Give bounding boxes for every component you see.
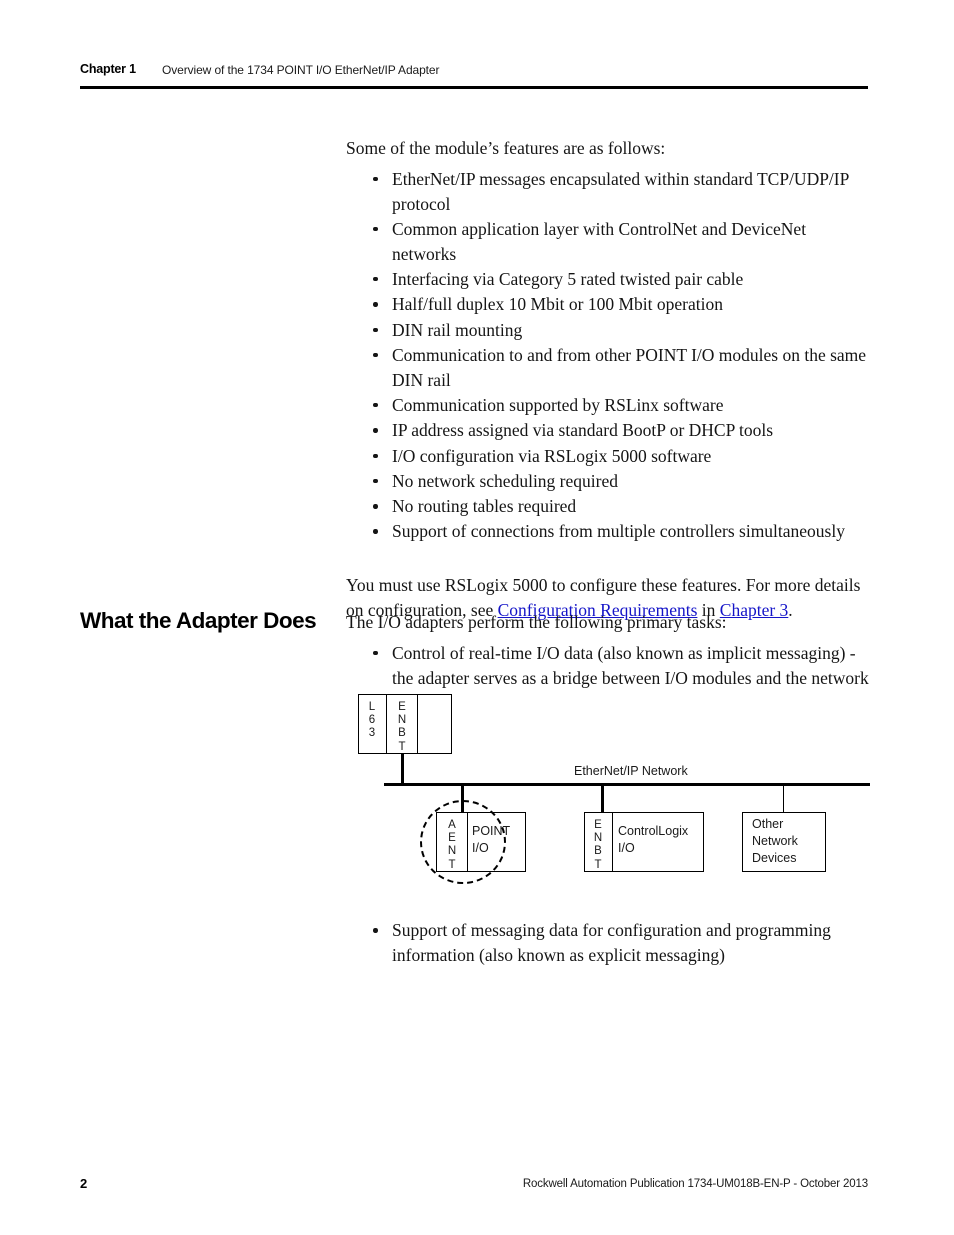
bullet-dot — [373, 276, 378, 282]
bullet-dot — [373, 504, 378, 509]
list-item: Common application layer with ControlNet… — [346, 217, 870, 267]
bullet-dot — [373, 226, 378, 232]
list-item-text: Control of real-time I/O data (also know… — [392, 642, 869, 688]
bullet-dot — [373, 928, 378, 933]
header-chapter-title: Overview of the 1734 POINT I/O EtherNet/… — [162, 62, 440, 77]
section-lead: The I/O adapters perform the following p… — [346, 612, 727, 632]
section-block: The I/O adapters perform the following p… — [346, 610, 870, 691]
list-item: No network scheduling required — [346, 469, 870, 494]
bullet-dot — [373, 453, 378, 459]
bullet-dot — [373, 352, 378, 358]
list-item-text: Communication to and from other POINT I/… — [392, 344, 867, 390]
list-item: I/O configuration via RSLogix 5000 softw… — [346, 444, 870, 469]
bullet-dot — [373, 650, 378, 656]
diagram-aent-highlight-ellipse — [420, 800, 506, 884]
section-heading-what-the-adapter-does: What the Adapter Does — [80, 608, 317, 633]
list-item: Control of real-time I/O data (also know… — [346, 641, 870, 691]
list-item: Communication to and from other POINT I/… — [346, 343, 870, 393]
list-item: Support of messaging data for configurat… — [346, 918, 870, 968]
list-item: DIN rail mounting — [346, 318, 870, 343]
controllogix-label-line1: ControlLogix — [618, 824, 689, 838]
header-chapter-label: Chapter 1 — [80, 62, 136, 76]
chassis-top-slot1-label: L 6 3 — [368, 701, 376, 740]
controllogix-module-label: E N B T — [593, 819, 603, 871]
list-item-text: Interfacing via Category 5 rated twisted… — [392, 268, 744, 289]
intro-block: Some of the module’s features are as fol… — [346, 136, 870, 622]
list-item-text: Communication supported by RSLinx softwa… — [392, 394, 724, 415]
tasks-list-first: Control of real-time I/O data (also know… — [346, 641, 870, 691]
diagram-network-label: EtherNet/IP Network — [574, 764, 688, 778]
diagram-drop-controllogix — [601, 786, 604, 812]
footer-publication-info: Rockwell Automation Publication 1734-UM0… — [522, 1178, 868, 1190]
tasks-list-second-wrapper: Support of messaging data for configurat… — [346, 918, 870, 968]
list-item: Communication supported by RSLinx softwa… — [346, 393, 870, 418]
list-item-text: IP address assigned via standard BootP o… — [392, 420, 774, 441]
bullet-dot — [373, 478, 378, 484]
network-architecture-diagram: L 6 3 E N B T EtherNet/IP Network A E N … — [346, 690, 870, 905]
list-item: Interfacing via Category 5 rated twisted… — [346, 267, 870, 292]
list-item-text: DIN rail mounting — [392, 319, 523, 340]
bullet-dot — [373, 176, 378, 182]
list-item: Half/full duplex 10 Mbit or 100 Mbit ope… — [346, 292, 870, 317]
other-devices-label-line2: Network — [752, 834, 798, 848]
list-item-text: Support of connections from multiple con… — [392, 521, 845, 542]
list-item-text: I/O configuration via RSLogix 5000 softw… — [392, 445, 712, 466]
diagram-drop-other-devices — [783, 786, 785, 812]
features-list: EtherNet/IP messages encapsulated within… — [346, 167, 870, 544]
list-item: IP address assigned via standard BootP o… — [346, 418, 870, 443]
chassis-top-slot2-label: E N B T — [397, 701, 407, 753]
controllogix-cell-separator — [612, 812, 614, 872]
bullet-dot — [373, 402, 378, 408]
document-page: { "header": { "chapter_label": "Chapter … — [0, 0, 954, 1235]
other-devices-label-line3: Devices — [752, 851, 797, 865]
list-item-text: EtherNet/IP messages encapsulated within… — [392, 168, 849, 214]
bullet-dot — [373, 529, 378, 534]
list-item-text: Half/full duplex 10 Mbit or 100 Mbit ope… — [392, 294, 723, 315]
list-item: No routing tables required — [346, 494, 870, 519]
bullet-dot — [373, 302, 378, 307]
list-item-text: No network scheduling required — [392, 470, 618, 491]
list-item: Support of connections from multiple con… — [346, 519, 870, 544]
list-item-text: Support of messaging data for configurat… — [392, 920, 831, 965]
list-item-text: Common application layer with ControlNet… — [392, 218, 807, 264]
header-rule — [80, 86, 868, 89]
bullet-dot — [373, 327, 378, 333]
diagram-network-bus — [384, 783, 870, 786]
list-item: EtherNet/IP messages encapsulated within… — [346, 167, 870, 217]
intro-lead: Some of the module’s features are as fol… — [346, 138, 666, 158]
controllogix-label-line2: I/O — [618, 841, 635, 855]
list-item-text: No routing tables required — [392, 496, 577, 517]
tasks-list-second: Support of messaging data for configurat… — [346, 918, 870, 968]
footer-page-number: 2 — [80, 1176, 88, 1191]
diagram-drop-chassis-top — [401, 754, 404, 784]
other-devices-label-line1: Other — [752, 817, 784, 831]
bullet-dot — [373, 428, 378, 433]
chassis-top-separator-2 — [417, 694, 419, 754]
